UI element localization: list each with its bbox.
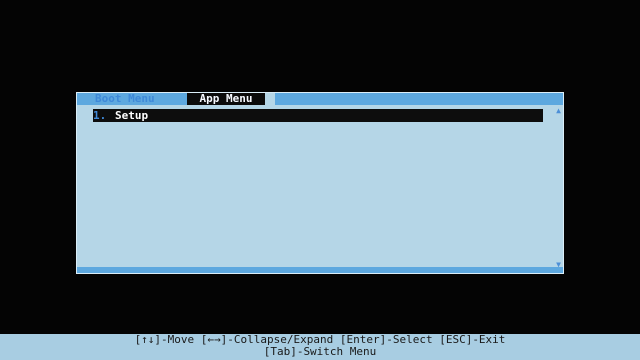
bios-screen: Boot Menu App Menu 1. Setup ▲ ▼ [↑↓]-Mov… [0,0,640,360]
boot-menu-window: Boot Menu App Menu 1. Setup ▲ ▼ [76,92,564,274]
menu-bottom-border [77,267,563,273]
scroll-up-icon[interactable]: ▲ [556,107,561,115]
help-line-switch-menu: [Tab]-Switch Menu [263,345,377,358]
tab-separator [265,93,275,105]
menu-item-number: 1. [93,109,107,122]
menu-item-setup[interactable]: 1. Setup [93,109,543,122]
menu-item-label: Setup [115,109,149,122]
tab-boot-menu[interactable]: Boot Menu [95,93,185,105]
help-bar: [↑↓]-Move [←→]-Collapse/Expand [Enter]-S… [0,334,640,360]
tab-app-menu[interactable]: App Menu [187,93,265,105]
